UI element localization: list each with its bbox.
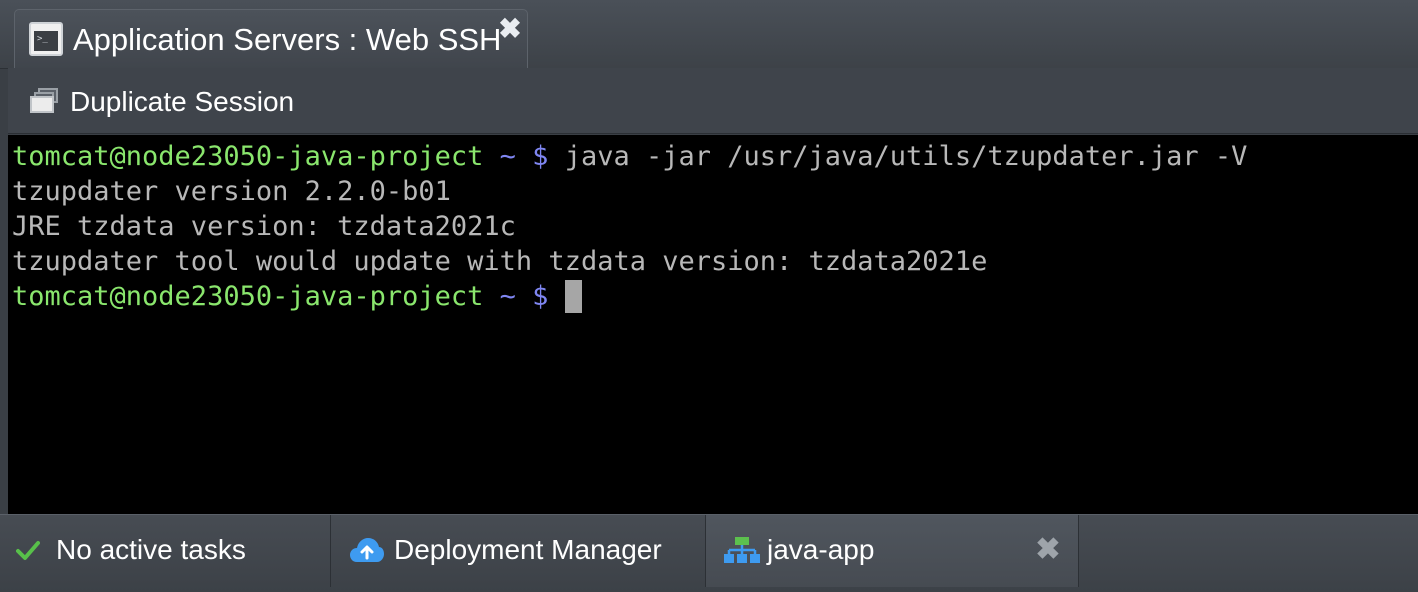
toolbar: Duplicate Session — [8, 68, 1418, 134]
environment-label: java-app — [767, 534, 875, 565]
prompt-user-host: tomcat@node23050-java-project — [12, 141, 484, 172]
environment-topology-icon — [724, 537, 760, 563]
terminal-prompt-glyph: >_ — [37, 34, 48, 44]
terminal-line: tzupdater version 2.2.0-b01 — [12, 176, 451, 207]
command-text: java -jar /usr/java/utils/tzupdater.jar … — [548, 141, 1248, 172]
web-ssh-window: >_ Application Servers : Web SSH ✖ Dupli… — [0, 0, 1418, 592]
tab-strip: >_ Application Servers : Web SSH ✖ — [0, 0, 1418, 69]
tab-title: Application Servers : Web SSH — [73, 22, 502, 57]
tasks-label: No active tasks — [56, 534, 246, 565]
deployment-manager-label: Deployment Manager — [394, 534, 662, 565]
cloud-upload-icon — [350, 538, 384, 562]
terminal-line: tomcat@node23050-java-project ~ $ java -… — [12, 139, 1247, 174]
close-tab-icon[interactable]: ✖ — [497, 15, 523, 43]
terminal-line: tomcat@node23050-java-project ~ $ — [12, 279, 582, 314]
terminal-output[interactable]: tomcat@node23050-java-project ~ $ java -… — [8, 135, 1418, 514]
terminal-icon: >_ — [29, 22, 63, 56]
command-text — [548, 281, 564, 312]
prompt-user-host: tomcat@node23050-java-project — [12, 281, 484, 312]
duplicate-session-button[interactable]: Duplicate Session — [24, 82, 314, 122]
check-icon — [16, 541, 40, 560]
duplicate-session-label: Duplicate Session — [70, 86, 295, 117]
close-environment-tab-icon[interactable]: ✖ — [1033, 533, 1063, 567]
tasks-status[interactable]: No active tasks — [0, 515, 331, 587]
bottom-bar: No active tasks Deployment Manager java-… — [0, 514, 1418, 592]
tab-web-ssh[interactable]: >_ Application Servers : Web SSH ✖ — [14, 9, 528, 69]
duplicate-windows-icon — [30, 88, 60, 116]
terminal-line: tzupdater tool would update with tzdata … — [12, 246, 988, 277]
prompt-path: ~ $ — [483, 281, 549, 312]
terminal-cursor — [564, 280, 582, 313]
terminal-line: JRE tzdata version: tzdata2021c — [12, 211, 516, 242]
prompt-path: ~ $ — [483, 141, 549, 172]
environment-tab-java-app[interactable]: java-app ✖ — [706, 515, 1079, 587]
deployment-manager-tab[interactable]: Deployment Manager — [331, 515, 706, 587]
